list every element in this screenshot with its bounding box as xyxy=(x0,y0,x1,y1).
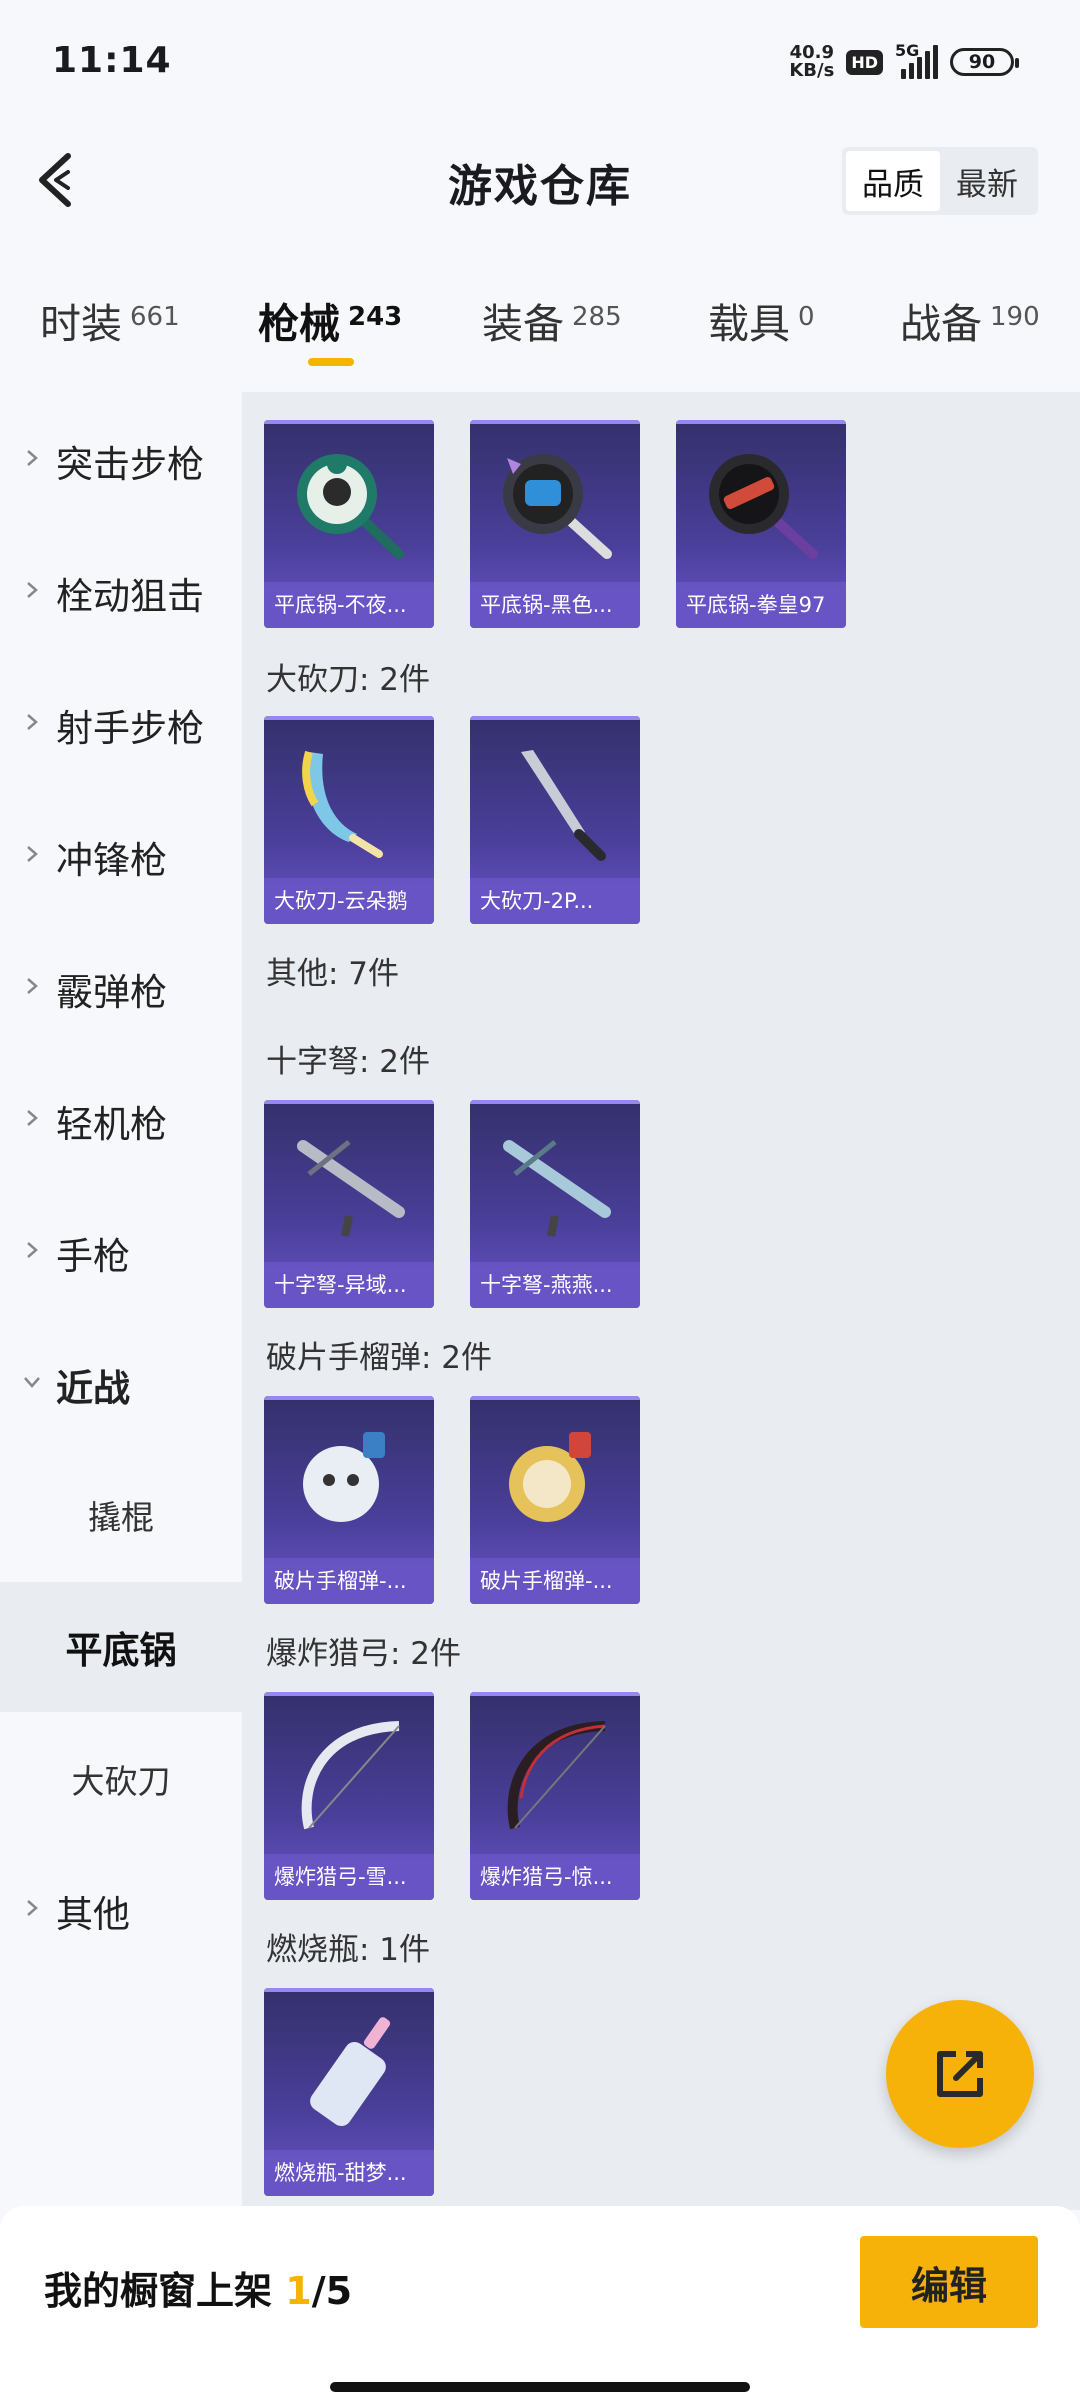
frying-pan-icon xyxy=(503,454,612,559)
item-name: 平底锅-黑色... xyxy=(470,582,640,628)
tab-equipment[interactable]: 装备 285 xyxy=(482,290,622,350)
section-title-machete: 大砍刀: 2件 xyxy=(266,662,431,698)
bottom-bar: 我的橱窗上架 1/5 编辑 xyxy=(0,2206,1080,2400)
chevron-right-icon xyxy=(27,1242,38,1258)
showcase-status: 我的橱窗上架 1/5 xyxy=(44,2269,353,2313)
status-indicators: 40.9 KB/s HD 5G 90 xyxy=(789,41,1019,81)
hd-icon: HD xyxy=(846,49,883,75)
tab-vehicles[interactable]: 载具 0 xyxy=(708,290,815,350)
battery-icon: 90 xyxy=(950,48,1019,76)
share-icon xyxy=(937,2051,983,2097)
section-title-other: 其他: 7件 xyxy=(266,956,400,992)
sidebar-item-marksman-rifle[interactable]: 射手步枪 xyxy=(0,680,242,770)
chevron-right-icon xyxy=(27,978,38,994)
sidebar-item-smg[interactable]: 冲锋枪 xyxy=(0,812,242,902)
bow-icon xyxy=(301,1721,400,1830)
item-card[interactable]: 平底锅-拳皇97 xyxy=(676,420,846,628)
item-name: 十字弩-异域... xyxy=(264,1262,434,1308)
sidebar-item-bolt-sniper[interactable]: 栓动狙击 xyxy=(0,548,242,638)
grenade-icon xyxy=(303,1432,385,1522)
item-name: 燃烧瓶-甜梦... xyxy=(264,2150,434,2196)
status-bar: 11:14 40.9 KB/s HD 5G 90 xyxy=(0,0,1080,130)
sidebar-item-pistol[interactable]: 手枪 xyxy=(0,1208,242,1298)
status-time: 11:14 xyxy=(52,40,172,81)
item-name: 爆炸猎弓-惊... xyxy=(470,1854,640,1900)
item-card[interactable]: 大砍刀-云朵鹅 xyxy=(264,716,434,924)
chevron-down-icon xyxy=(24,1377,40,1388)
item-name: 大砍刀-云朵鹅 xyxy=(264,878,434,924)
showcase-total: /5 xyxy=(311,2269,353,2313)
item-card[interactable]: 平底锅-不夜... xyxy=(264,420,434,628)
bow-icon xyxy=(507,1721,606,1830)
chevron-right-icon xyxy=(27,846,38,862)
sidebar-subitem-pan[interactable]: 平底锅 xyxy=(0,1582,242,1712)
showcase-current: 1 xyxy=(285,2269,312,2313)
tab-combat-gear[interactable]: 战备 190 xyxy=(900,290,1040,350)
sort-toggle: 品质 最新 xyxy=(842,147,1038,215)
item-card[interactable]: 十字弩-异域... xyxy=(264,1100,434,1308)
sidebar-item-assault-rifle[interactable]: 突击步枪 xyxy=(0,416,242,506)
home-indicator[interactable] xyxy=(330,2382,750,2392)
chevron-right-icon xyxy=(27,714,38,730)
item-name: 平底锅-不夜... xyxy=(264,582,434,628)
chevron-right-icon xyxy=(27,1110,38,1126)
sidebar-subitem-crowbar[interactable]: 撬棍 xyxy=(0,1450,242,1580)
machete-icon xyxy=(521,750,606,861)
network-type: 5G xyxy=(895,41,920,60)
section-title-bow: 爆炸猎弓: 2件 xyxy=(266,1636,462,1672)
section-title-grenade: 破片手榴弹: 2件 xyxy=(266,1340,493,1376)
signal-icon: 5G xyxy=(895,41,938,79)
category-tabs: 时装 661 枪械 243 装备 285 载具 0 战备 190 xyxy=(0,290,1080,380)
sidebar-item-shotgun[interactable]: 霰弹枪 xyxy=(0,944,242,1034)
item-name: 爆炸猎弓-雪... xyxy=(264,1854,434,1900)
sidebar-item-lmg[interactable]: 轻机枪 xyxy=(0,1076,242,1166)
item-card[interactable]: 破片手榴弹-... xyxy=(264,1396,434,1604)
sort-quality-button[interactable]: 品质 xyxy=(846,151,940,211)
item-card[interactable]: 爆炸猎弓-雪... xyxy=(264,1692,434,1900)
item-card[interactable]: 平底锅-黑色... xyxy=(470,420,640,628)
tab-firearms[interactable]: 枪械 243 xyxy=(258,290,402,350)
section-title-crossbow: 十字弩: 2件 xyxy=(266,1044,431,1080)
item-grid: 平底锅-不夜... 平底锅-黑色... 平底锅-拳皇97 大砍刀: 2件 大砍刀… xyxy=(242,392,1080,2210)
frying-pan-icon xyxy=(297,454,404,559)
item-name: 十字弩-燕燕... xyxy=(470,1262,640,1308)
tab-fashion[interactable]: 时装 661 xyxy=(40,290,180,350)
sidebar-item-melee[interactable]: 近战 xyxy=(0,1340,242,1430)
item-card[interactable]: 爆炸猎弓-惊... xyxy=(470,1692,640,1900)
item-card[interactable]: 破片手榴弹-... xyxy=(470,1396,640,1604)
frying-pan-icon xyxy=(709,454,818,559)
section-title-molotov: 燃烧瓶: 1件 xyxy=(266,1932,431,1968)
grenade-icon xyxy=(509,1432,591,1522)
chevron-right-icon xyxy=(27,582,38,598)
chevron-right-icon xyxy=(27,1900,38,1916)
sidebar: 突击步枪 栓动狙击 射手步枪 冲锋枪 霰弹枪 轻机枪 手枪 近战 撬棍 平底锅 … xyxy=(0,392,242,2210)
item-name: 破片手榴弹-... xyxy=(264,1558,434,1604)
crossbow-icon xyxy=(297,1140,405,1237)
molotov-icon xyxy=(310,2017,391,2127)
sort-latest-button[interactable]: 最新 xyxy=(940,151,1034,211)
item-name: 破片手榴弹-... xyxy=(470,1558,640,1604)
item-card[interactable]: 大砍刀-2P... xyxy=(470,716,640,924)
item-name: 大砍刀-2P... xyxy=(470,878,640,924)
machete-icon xyxy=(302,750,383,858)
item-name: 平底锅-拳皇97 xyxy=(676,582,846,628)
item-card[interactable]: 十字弩-燕燕... xyxy=(470,1100,640,1308)
sidebar-subitem-machete[interactable]: 大砍刀 xyxy=(0,1714,242,1844)
edit-button[interactable]: 编辑 xyxy=(860,2236,1038,2328)
sidebar-item-other[interactable]: 其他 xyxy=(0,1866,242,1956)
chevron-right-icon xyxy=(27,450,38,466)
active-tab-indicator xyxy=(308,358,354,366)
net-speed: 40.9 KB/s xyxy=(789,42,835,81)
crossbow-icon xyxy=(503,1140,611,1237)
share-button[interactable] xyxy=(886,2000,1034,2148)
item-card[interactable]: 燃烧瓶-甜梦... xyxy=(264,1988,434,2196)
